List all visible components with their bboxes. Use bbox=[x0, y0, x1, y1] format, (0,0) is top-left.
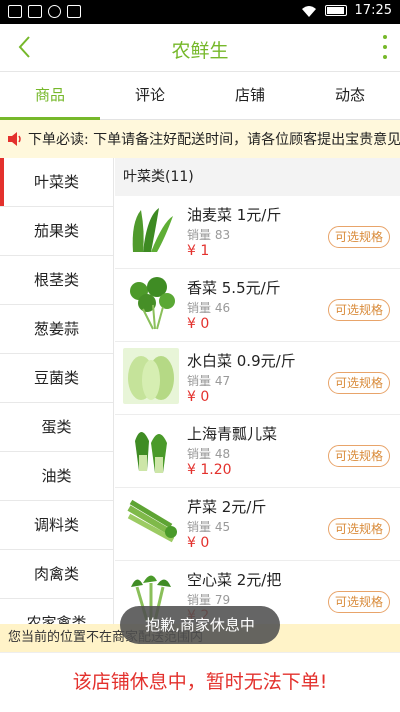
tab-products[interactable]: 商品 bbox=[0, 72, 100, 120]
product-item[interactable]: 香菜 5.5元/斤 销量 46 ¥ 0 可选规格 bbox=[115, 269, 400, 342]
notice-bar[interactable]: 下单必读: 下单请备注好配送时间，请各位顾客提出宝贵意见 bbox=[0, 120, 400, 158]
product-price: ¥ 0 bbox=[187, 316, 210, 332]
product-price: ¥ 0 bbox=[187, 389, 210, 405]
globe-icon bbox=[48, 5, 61, 18]
product-sales: 销量 47 bbox=[187, 374, 231, 388]
category-item[interactable]: 油类 bbox=[0, 452, 113, 501]
spec-button[interactable]: 可选规格 bbox=[327, 445, 390, 467]
product-sales: 销量 45 bbox=[187, 520, 231, 534]
bok-choy-image bbox=[123, 421, 179, 477]
product-item[interactable]: 上海青瓢儿菜 销量 48 ¥ 1.20 可选规格 bbox=[115, 415, 400, 488]
more-vertical-icon[interactable] bbox=[378, 32, 392, 62]
product-sales: 销量 46 bbox=[187, 301, 231, 315]
sim-icon bbox=[28, 5, 42, 18]
tab-store[interactable]: 店铺 bbox=[200, 72, 300, 119]
tab-reviews[interactable]: 评论 bbox=[100, 72, 200, 119]
product-item[interactable]: 油麦菜 1元/斤 销量 83 ¥ 1 可选规格 bbox=[115, 196, 400, 269]
category-item[interactable]: 调料类 bbox=[0, 501, 113, 550]
product-name: 芹菜 2元/斤 bbox=[187, 498, 267, 516]
page-title: 农鲜生 bbox=[171, 40, 229, 62]
tab-bar: 商品 评论 店铺 动态 bbox=[0, 72, 400, 120]
celery-image bbox=[123, 494, 179, 550]
tab-updates[interactable]: 动态 bbox=[300, 72, 400, 119]
spec-button[interactable]: 可选规格 bbox=[327, 299, 390, 321]
notice-text: 下单必读: 下单请备注好配送时间，请各位顾客提出宝贵意见 bbox=[28, 132, 400, 148]
cabbage-image bbox=[123, 348, 179, 404]
product-sales: 销量 48 bbox=[187, 447, 231, 461]
product-sales: 销量 83 bbox=[187, 228, 231, 242]
category-sidebar: 叶菜类 茄果类 根茎类 葱姜蒜 豆菌类 蛋类 油类 调料类 肉禽类 农家禽类 bbox=[0, 158, 114, 634]
grid-icon bbox=[67, 5, 81, 18]
speaker-icon bbox=[8, 132, 21, 146]
battery-icon bbox=[324, 5, 347, 16]
status-time: 17:25 bbox=[354, 3, 392, 18]
category-item[interactable]: 蛋类 bbox=[0, 403, 113, 452]
lettuce-image bbox=[123, 202, 179, 258]
spec-button[interactable]: 可选规格 bbox=[327, 226, 390, 248]
wifi-icon bbox=[301, 5, 316, 17]
toast-message: 抱歉,商家休息中 bbox=[120, 606, 280, 644]
product-item[interactable]: 水白菜 0.9元/斤 销量 47 ¥ 0 可选规格 bbox=[115, 342, 400, 415]
spec-button[interactable]: 可选规格 bbox=[327, 372, 390, 394]
category-item[interactable]: 豆菌类 bbox=[0, 354, 113, 403]
cilantro-image bbox=[123, 275, 179, 331]
section-header: 叶菜类(11) bbox=[115, 158, 400, 196]
header: 农鲜生 bbox=[0, 24, 400, 72]
category-item[interactable]: 根茎类 bbox=[0, 256, 113, 305]
category-item[interactable]: 叶菜类 bbox=[0, 158, 113, 207]
product-name: 油麦菜 1元/斤 bbox=[187, 206, 282, 224]
product-list: 叶菜类(11) 油麦菜 1元/斤 销量 83 ¥ 1 可选规格 香菜 5.5元/… bbox=[115, 158, 400, 634]
spec-button[interactable]: 可选规格 bbox=[327, 591, 390, 613]
product-item[interactable]: 芹菜 2元/斤 销量 45 ¥ 0 可选规格 bbox=[115, 488, 400, 561]
store-closed-message: 该店铺休息中，暂时无法下单! bbox=[0, 652, 400, 711]
product-name: 香菜 5.5元/斤 bbox=[187, 279, 281, 297]
category-item[interactable]: 肉禽类 bbox=[0, 550, 113, 599]
product-price: ¥ 1 bbox=[187, 243, 210, 259]
product-name: 上海青瓢儿菜 bbox=[187, 425, 278, 443]
product-name: 水白菜 0.9元/斤 bbox=[187, 352, 296, 370]
product-price: ¥ 1.20 bbox=[187, 462, 232, 478]
category-item[interactable]: 葱姜蒜 bbox=[0, 305, 113, 354]
product-name: 空心菜 2元/把 bbox=[187, 571, 282, 589]
category-item[interactable]: 茄果类 bbox=[0, 207, 113, 256]
spec-button[interactable]: 可选规格 bbox=[327, 518, 390, 540]
status-bar: 17:25 bbox=[0, 0, 400, 24]
product-price: ¥ 0 bbox=[187, 535, 210, 551]
image-icon bbox=[8, 5, 22, 18]
